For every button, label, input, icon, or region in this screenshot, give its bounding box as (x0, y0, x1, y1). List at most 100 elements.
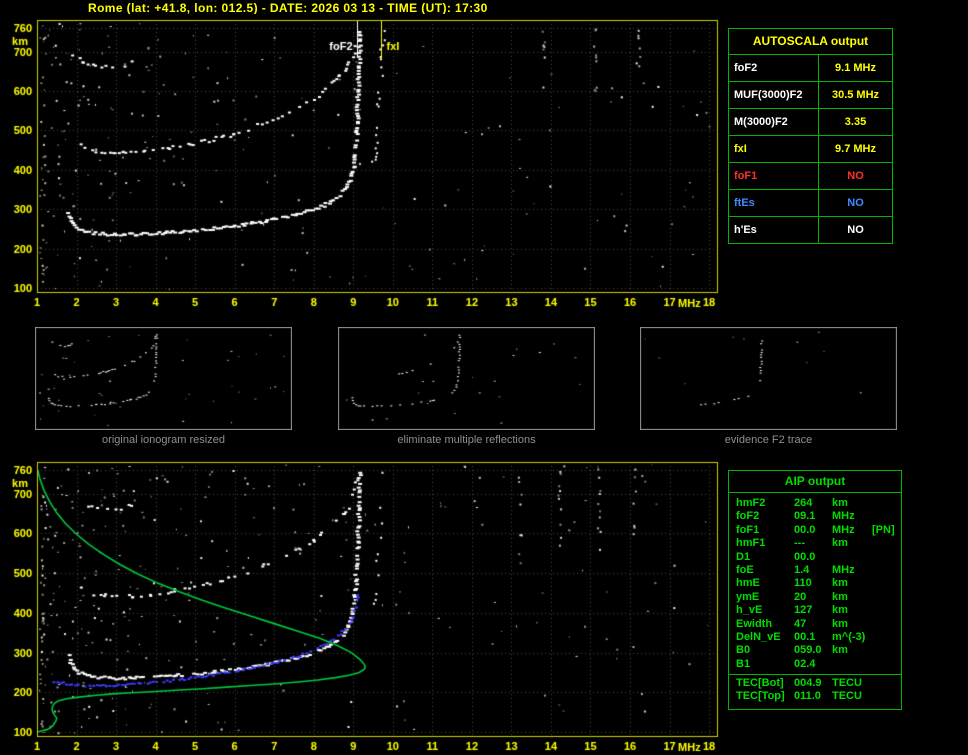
aip-row-hmf2: hmF2 264 km (729, 497, 901, 510)
aip-param-label: TEC[Top] (736, 690, 785, 703)
autoscala-row-fof2: foF2 9.1 MHz (729, 55, 892, 82)
aip-param-label: h_vE (736, 604, 763, 617)
autoscala-table-title: AUTOSCALA output (729, 29, 892, 55)
autoscala-param-label: foF2 (729, 55, 819, 81)
autoscala-row-hes: h'Es NO (729, 217, 892, 243)
aip-param-unit: km (832, 577, 848, 590)
autoscala-row-fof1: foF1 NO (729, 163, 892, 190)
aip-param-unit: km (832, 604, 848, 617)
autoscala-row-m3000f2: M(3000)F2 3.35 (729, 109, 892, 136)
aip-param-unit: km (832, 617, 848, 630)
panel-original-caption: original ionogram resized (102, 434, 225, 446)
aip-param-note (872, 677, 901, 690)
aip-param-label: hmF1 (736, 537, 766, 550)
autoscala-param-label: MUF(3000)F2 (729, 82, 819, 108)
aip-param-unit: m^(-3) (832, 630, 866, 643)
aip-param-label: hmE (736, 577, 760, 590)
autoscala-param-value: NO (847, 197, 864, 209)
aip-param-note (872, 577, 901, 590)
autoscala-param-value: 30.5 MHz (831, 89, 880, 101)
aip-param-note (872, 618, 901, 631)
panel-original-ionogram-canvas (35, 327, 292, 430)
aip-param-label: DelN_vE (736, 630, 781, 643)
aip-param-unit: km (832, 644, 848, 657)
aip-row-tecbot: TEC[Bot] 004.9 TECU (729, 674, 901, 690)
aip-row-hve: h_vE 127 km (729, 604, 901, 617)
aip-row-ewidth: Ewidth 47 km (729, 618, 901, 631)
aip-row-fof1: foF1 00.0 MHz [PN] (729, 524, 901, 537)
aip-param-note: [PN] (872, 523, 895, 536)
aip-param-note (872, 497, 901, 510)
aip-row-tectop: TEC[Top] 011.0 TECU (729, 690, 901, 703)
aip-row-yme: ymE 20 km (729, 591, 901, 604)
panel-evidence-f2-caption: evidence F2 trace (724, 434, 813, 446)
aip-table-title: AIP output (729, 471, 901, 493)
aip-param-value: 1.4 (794, 563, 810, 576)
panel-eliminate-reflections-canvas (338, 327, 595, 430)
aip-param-label: foF2 (736, 510, 760, 523)
aip-param-value: 20 (794, 590, 807, 603)
aip-param-note (872, 690, 901, 703)
aip-row-fof2: foF2 09.1 MHz (729, 510, 901, 523)
aip-row-hmf1: hmF1 --- km (729, 537, 901, 550)
aip-param-unit: TECU (832, 690, 862, 703)
aip-param-note (872, 631, 901, 644)
aip-param-label: B1 (736, 657, 751, 670)
aip-param-value: 110 (794, 577, 812, 590)
autoscala-row-fxi: fxI 9.7 MHz (729, 136, 892, 163)
aip-param-value: 00.0 (794, 550, 816, 563)
top-ionogram-canvas (0, 14, 724, 316)
aip-row-foe: foE 1.4 MHz (729, 564, 901, 577)
autoscala-row-muf3000f2: MUF(3000)F2 30.5 MHz (729, 82, 892, 109)
aip-param-unit (832, 658, 872, 671)
aip-row-b0: B0 059.0 km (729, 644, 901, 657)
aip-row-d1: D1 00.0 (729, 551, 901, 564)
aip-output-table: AIP output hmF2 264 km foF2 09.1 MHz foF1 00.0 M… (728, 470, 902, 710)
autoscala-param-label: h'Es (729, 217, 819, 243)
aip-param-value: 47 (794, 617, 807, 630)
aip-param-unit: MHz (832, 510, 855, 523)
aip-row-delnve: DelN_vE 00.1 m^(-3) (729, 631, 901, 644)
autoscala-param-label: M(3000)F2 (729, 109, 819, 135)
aip-param-note (872, 510, 901, 523)
autoscala-row-ftes: ftEs NO (729, 190, 892, 217)
aip-param-label: D1 (736, 550, 751, 563)
bottom-ionogram-canvas (0, 455, 724, 755)
aip-param-value: 00.1 (794, 630, 816, 643)
aip-param-label: TEC[Bot] (736, 677, 784, 690)
aip-row-b1: B1 02.4 (729, 658, 901, 671)
aip-param-note (872, 591, 901, 604)
aip-param-value: 127 (794, 604, 813, 617)
aip-param-label: foF1 (736, 523, 760, 536)
autoscala-param-value: 3.35 (844, 116, 867, 128)
aip-param-note (872, 644, 901, 657)
aip-param-label: Ewidth (736, 617, 773, 630)
aip-param-value: 004.9 (794, 677, 822, 690)
aip-table-rows: hmF2 264 km foF2 09.1 MHz foF1 00.0 MHz [PN] hmF1 -… (729, 493, 901, 709)
aip-param-value: 059.0 (794, 644, 822, 657)
aip-param-unit: km (832, 497, 848, 509)
aip-param-unit: km (832, 590, 848, 603)
aip-param-unit: km (832, 537, 848, 550)
aip-param-note (872, 564, 901, 577)
panel-evidence-f2-canvas (640, 327, 897, 430)
aip-param-value: 264 (794, 497, 813, 509)
autoscala-output-table: AUTOSCALA output foF2 9.1 MHz MUF(3000)F2 3… (728, 28, 893, 244)
aip-param-value: 00.0 (794, 523, 816, 536)
aip-row-hme: hmE 110 km (729, 577, 901, 590)
autoscala-param-label: fxI (729, 136, 819, 162)
autoscala-param-label: foF1 (729, 163, 819, 189)
aip-param-unit: TECU (832, 677, 862, 690)
aip-param-value: 09.1 (794, 510, 816, 523)
autoscala-param-label: ftEs (729, 190, 819, 216)
panel-eliminate-reflections-caption: eliminate multiple reflections (397, 434, 536, 446)
aip-param-unit: MHz (832, 563, 855, 576)
autoscala-table-rows: foF2 9.1 MHz MUF(3000)F2 30.5 MHz M(3000)F2 3… (729, 55, 892, 243)
autoscala-param-value: NO (847, 224, 864, 236)
aip-param-note (872, 537, 901, 550)
aip-param-label: B0 (736, 644, 751, 657)
aip-param-note (872, 551, 901, 564)
autoscala-param-value: NO (847, 170, 864, 182)
aip-param-value: --- (794, 537, 805, 550)
aip-param-label: foE (736, 563, 754, 576)
